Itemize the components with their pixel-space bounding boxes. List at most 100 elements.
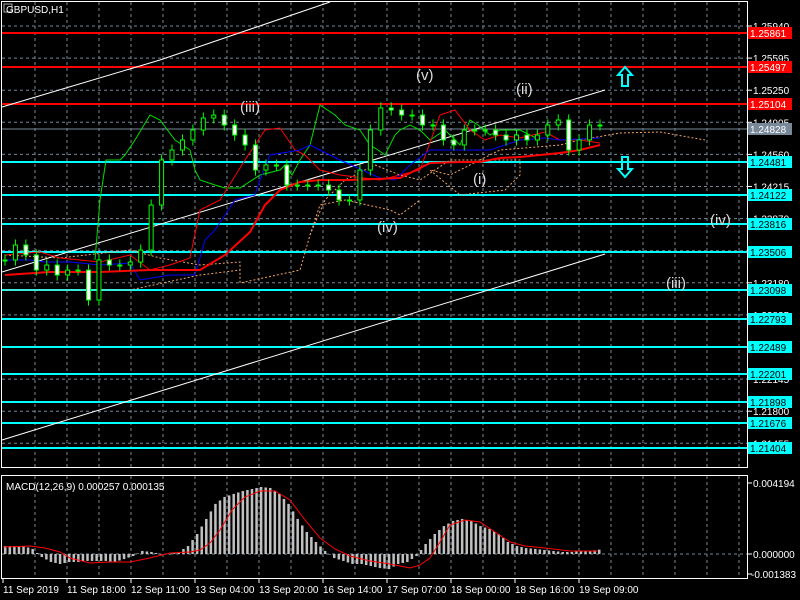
candle	[75, 269, 81, 272]
main-pane-frame	[1, 1, 748, 468]
macd-bar	[378, 554, 382, 569]
macd-bar	[246, 490, 249, 554]
candle	[555, 119, 561, 126]
price-level-label: 1.22793	[750, 315, 787, 326]
macd-bar	[428, 539, 432, 554]
wave-labels: (iii) (v) (ii) (i) (iv) (iv) (iii)	[240, 67, 731, 292]
candle	[179, 139, 185, 151]
macd-bar	[479, 526, 482, 554]
kijun-line	[5, 137, 601, 281]
candle	[169, 149, 175, 161]
candle	[326, 184, 332, 191]
price-level-label: 1.23506	[750, 248, 787, 259]
arrow-down-icon[interactable]	[615, 156, 635, 179]
arrow-up-icon[interactable]	[615, 65, 635, 87]
candle	[2, 259, 8, 262]
macd-bar	[159, 554, 162, 555]
macd-bar	[529, 548, 532, 554]
macd-bar	[296, 518, 299, 554]
macd-bar	[49, 554, 53, 562]
macd-bar	[90, 554, 94, 561]
chart-title: GBPUSD,H1	[3, 3, 64, 16]
candle	[273, 164, 279, 167]
macd-bar	[451, 520, 455, 554]
macd-bar	[415, 554, 418, 557]
candle	[587, 124, 593, 141]
channel-upper-line-2[interactable]	[159, 1, 331, 61]
time-tick-label: 12 Sep 11:00	[131, 585, 190, 596]
candle	[315, 184, 321, 187]
time-tick-label: 11 Sep 2019	[3, 585, 59, 596]
macd-bar	[556, 551, 560, 554]
macd-bar	[561, 551, 564, 554]
time-tick-label: 19 Sep 09:00	[579, 585, 639, 596]
macd-bar	[566, 551, 569, 554]
candle	[12, 244, 18, 261]
macd-bar	[310, 536, 313, 554]
wave-label[interactable]: (v)	[416, 67, 434, 84]
macd-bar	[328, 554, 331, 555]
macd-bar	[127, 554, 130, 558]
macd-bar	[401, 554, 405, 563]
price-level-label: 1.23098	[750, 286, 787, 297]
time-tick-label: 18 Sep 16:00	[515, 585, 575, 596]
macd-bar	[58, 554, 62, 564]
candle	[284, 164, 290, 186]
macd-bar	[424, 544, 427, 554]
candle	[294, 184, 300, 187]
chart-window[interactable]: (iii) (v) (ii) (i) (iv) (iv) (iii) 1.259…	[0, 0, 800, 600]
time-axis[interactable]: 11 Sep 2019 11 Sep 18:00 12 Sep 11:00 13 Se…	[2, 578, 639, 596]
macd-bar	[598, 549, 601, 554]
wave-label[interactable]: (ii)	[516, 81, 533, 98]
macd-bar	[214, 503, 217, 554]
macd-bar	[534, 548, 537, 554]
macd-bar	[136, 553, 140, 554]
macd-title: MACD(12,26,9) 0.000257 0.000135	[6, 482, 165, 493]
candle	[482, 129, 488, 132]
macd-bar	[113, 554, 117, 562]
macd-bar	[122, 554, 126, 560]
candle	[346, 199, 352, 202]
candle	[336, 189, 342, 201]
macd-bar	[465, 519, 468, 554]
macd-bar	[264, 487, 267, 554]
candle	[388, 107, 394, 111]
candle	[545, 124, 551, 136]
price-level-label: 1.24122	[750, 191, 787, 202]
macd-bar	[410, 554, 414, 559]
candle	[451, 139, 457, 146]
candle	[86, 269, 92, 301]
macd-bar	[259, 486, 263, 554]
time-tick-label: 16 Sep 14:00	[323, 585, 383, 596]
macd-bar	[86, 554, 89, 561]
macd-bar	[470, 520, 473, 554]
wave-label[interactable]: (iii)	[240, 99, 260, 116]
wave-label[interactable]: (iv)	[377, 219, 398, 236]
price-axis[interactable]: 1.259401.255951.252501.249051.245601.242…	[747, 22, 790, 450]
macd-bar	[104, 554, 108, 561]
macd-bar	[502, 538, 505, 554]
macd-bar	[45, 554, 48, 560]
wave-label[interactable]: (iii)	[666, 275, 686, 292]
macd-bar	[218, 500, 222, 554]
macd-bar	[497, 534, 500, 554]
price-level-label: 1.21676	[750, 419, 787, 430]
macd-bar	[483, 527, 487, 554]
time-tick-label: 13 Sep 20:00	[259, 585, 319, 596]
candle	[148, 204, 154, 251]
price-level-label: 1.23816	[750, 220, 787, 231]
macd-bar	[141, 550, 144, 554]
wave-label[interactable]: (iv)	[710, 212, 731, 229]
candle	[378, 107, 384, 131]
macd-tick: -0.001383	[751, 570, 796, 581]
macd-bar	[40, 554, 44, 558]
macd-bar	[323, 550, 327, 554]
time-tick-label: 17 Sep 07:00	[387, 585, 447, 596]
price-candles	[2, 102, 603, 306]
candle	[513, 134, 519, 141]
wave-label[interactable]: (i)	[473, 171, 486, 188]
price-level-label: 1.25861	[750, 29, 787, 40]
macd-bar	[355, 554, 359, 564]
candle	[440, 124, 446, 141]
candle	[503, 134, 509, 141]
